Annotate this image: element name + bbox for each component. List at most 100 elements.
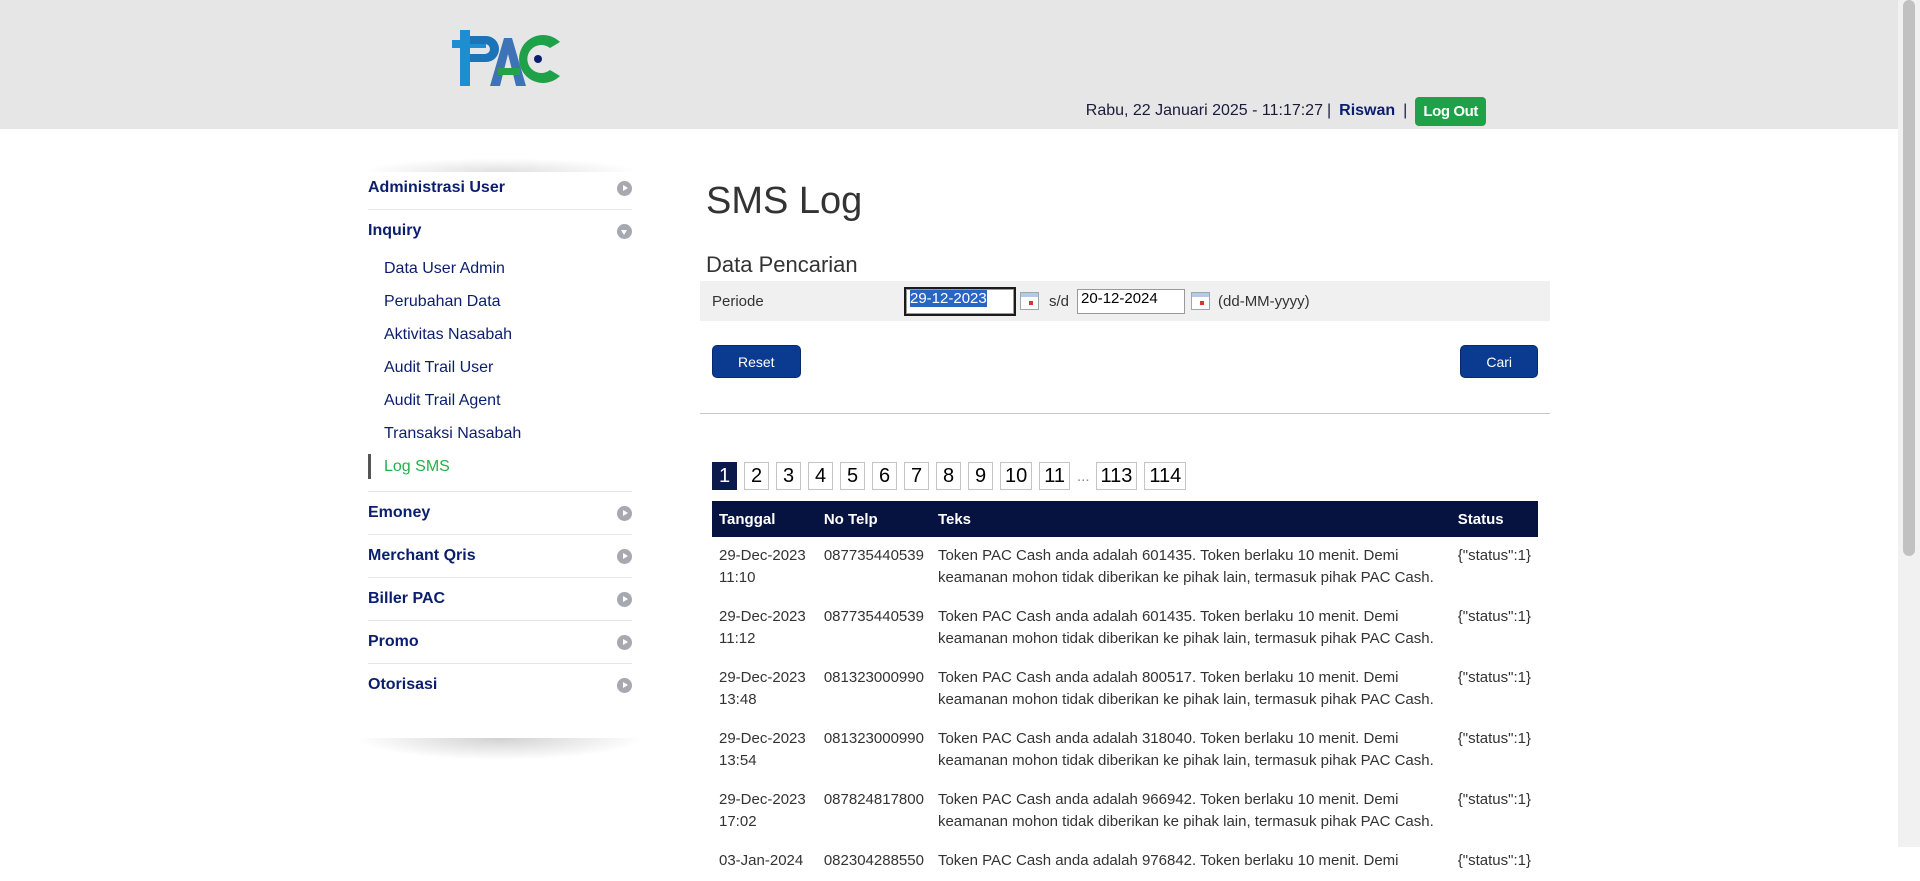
cell-status: {"status":1}: [1457, 669, 1531, 686]
logo-letter-p: [452, 30, 499, 86]
sidebar-item-transaksi-nasabah[interactable]: Transaksi Nasabah: [368, 417, 632, 450]
menu-head-emoney[interactable]: Emoney: [368, 492, 632, 534]
date-format-hint: (dd-MM-yyyy): [1218, 292, 1310, 310]
cell-date: 29-Dec-2023: [719, 608, 806, 625]
sms-log-table: Tanggal No Telp Teks Status 29-Dec-2023 1…: [712, 501, 1538, 881]
menu-head-administrasi-user[interactable]: Administrasi User: [368, 167, 632, 209]
page-link-2[interactable]: 2: [744, 462, 769, 490]
header-user-info: Rabu, 22 Januari 2025 - 11:17:27 | Riswa…: [1086, 96, 1486, 126]
username-link[interactable]: Riswan: [1339, 102, 1395, 120]
page-link-7[interactable]: 7: [904, 462, 929, 490]
page-link-5[interactable]: 5: [840, 462, 865, 490]
menu-head-biller-pac[interactable]: Biller PAC: [368, 578, 632, 620]
column-header-teks: Teks: [930, 501, 1451, 537]
table-header-row: Tanggal No Telp Teks Status: [712, 501, 1538, 537]
end-date-input[interactable]: 20-12-2024: [1077, 288, 1186, 314]
start-date-input[interactable]: 29-12-2023: [904, 286, 1016, 316]
chevron-right-icon: [617, 591, 632, 607]
scrollbar-thumb[interactable]: [1903, 0, 1915, 556]
column-header-status: Status: [1450, 501, 1538, 537]
sidebar-item-aktivitas-nasabah[interactable]: Aktivitas Nasabah: [368, 318, 632, 351]
menu-head-inquiry[interactable]: Inquiry: [368, 210, 632, 252]
search-button[interactable]: Cari: [1460, 345, 1538, 378]
menu-head-promo[interactable]: Promo: [368, 621, 632, 663]
reset-button[interactable]: Reset: [712, 345, 801, 378]
menu-head-otorisasi[interactable]: Otorisasi: [368, 664, 632, 706]
cell-teks: Token PAC Cash anda adalah 800517. Token…: [937, 669, 1434, 708]
cell-status: {"status":1}: [1457, 791, 1531, 808]
cell-tanggal: 03-Jan-2024: [712, 842, 817, 881]
menu-group-biller-pac: Biller PAC: [368, 578, 632, 621]
sidebar-item-audit-trail-user[interactable]: Audit Trail User: [368, 351, 632, 384]
calendar-icon[interactable]: [1191, 292, 1211, 310]
pac-logo[interactable]: [452, 30, 562, 86]
page-link-11[interactable]: 11: [1039, 462, 1071, 490]
cell-teks: Token PAC Cash anda adalah 966942. Token…: [937, 791, 1434, 830]
page-link-3[interactable]: 3: [776, 462, 801, 490]
chevron-right-icon: [617, 180, 632, 196]
table-row: 29-Dec-2023 13:54 081323000990 Token PAC …: [712, 720, 1538, 781]
sidebar-item-audit-trail-agent[interactable]: Audit Trail Agent: [368, 384, 632, 417]
menu-group-administrasi-user: Administrasi User: [368, 167, 632, 210]
menu-group-promo: Promo: [368, 621, 632, 664]
cell-time: 11:10: [719, 569, 756, 586]
menu-group-otorisasi: Otorisasi: [368, 664, 632, 706]
menu-label: Administrasi User: [368, 179, 505, 196]
cell-teks: Token PAC Cash anda adalah 976842. Token…: [937, 852, 1399, 869]
divider: [700, 413, 1550, 414]
page-link-113[interactable]: 113: [1095, 462, 1138, 490]
header-separator: |: [1326, 102, 1332, 119]
section-title: Data Pencarian: [706, 252, 858, 277]
cell-tanggal: 29-Dec-2023 11:10: [712, 537, 817, 598]
cell-status: {"status":1}: [1457, 608, 1531, 625]
table-row: 29-Dec-2023 11:10 087735440539 Token PAC …: [712, 537, 1538, 598]
cell-no-telp: 087735440539: [823, 608, 924, 625]
top-header: Rabu, 22 Januari 2025 - 11:17:27 | Riswa…: [0, 0, 1898, 129]
date-range-separator: s/d: [1049, 292, 1070, 310]
cell-tanggal: 29-Dec-2023 17:02: [712, 781, 817, 842]
pagination-ellipsis: ...: [1077, 467, 1090, 485]
menu-head-merchant-qris[interactable]: Merchant Qris: [368, 535, 632, 577]
page-link-114[interactable]: 114: [1144, 462, 1187, 490]
calendar-icon[interactable]: [1020, 292, 1039, 310]
cell-status: {"status":1}: [1457, 852, 1531, 869]
page-link-10[interactable]: 10: [1000, 462, 1033, 490]
cell-status: {"status":1}: [1457, 547, 1531, 564]
cell-date: 29-Dec-2023: [719, 547, 806, 564]
sidebar-item-log-sms[interactable]: Log SMS: [368, 454, 632, 479]
menu-label: Otorisasi: [368, 676, 438, 693]
cell-date: 29-Dec-2023: [719, 730, 806, 747]
menu-label: Promo: [368, 633, 419, 650]
chevron-right-icon: [617, 505, 632, 521]
logout-button[interactable]: Log Out: [1415, 96, 1486, 126]
cell-no-telp: 081323000990: [823, 669, 924, 686]
cell-no-telp: 081323000990: [823, 730, 924, 747]
page-scrollbar[interactable]: [1898, 0, 1920, 847]
table-row: 29-Dec-2023 17:02 087824817800 Token PAC …: [712, 781, 1538, 842]
cell-teks: Token PAC Cash anda adalah 318040. Token…: [937, 730, 1434, 769]
cell-time: 13:54: [719, 752, 757, 769]
table-row: 29-Dec-2023 11:12 087735440539 Token PAC …: [712, 598, 1538, 659]
chevron-right-icon: [617, 548, 632, 564]
cell-no-telp: 087824817800: [823, 791, 924, 808]
menu-label: Emoney: [368, 504, 431, 521]
page-link-6[interactable]: 6: [872, 462, 897, 490]
cell-no-telp: 082304288550: [823, 852, 924, 869]
page-link-9[interactable]: 9: [968, 462, 993, 490]
table-row: 29-Dec-2023 13:48 081323000990 Token PAC …: [712, 659, 1538, 720]
menu-label: Merchant Qris: [368, 547, 476, 564]
cell-time: 17:02: [719, 813, 757, 830]
cell-teks: Token PAC Cash anda adalah 601435. Token…: [937, 547, 1434, 586]
cell-date: 29-Dec-2023: [719, 791, 806, 808]
menu-group-inquiry: Inquiry Data User Admin Perubahan Data A…: [368, 210, 632, 492]
page-link-1[interactable]: 1: [712, 462, 737, 490]
current-datetime: Rabu, 22 Januari 2025 - 11:17:27: [1085, 102, 1323, 119]
start-date-value: 29-12-2023: [910, 289, 987, 307]
sidebar-item-perubahan-data[interactable]: Perubahan Data: [368, 285, 632, 318]
sidebar-item-data-user-admin[interactable]: Data User Admin: [368, 252, 632, 285]
page-link-8[interactable]: 8: [936, 462, 961, 490]
page-link-4[interactable]: 4: [808, 462, 833, 490]
header-separator: |: [1403, 102, 1408, 119]
cell-date: 03-Jan-2024: [719, 852, 804, 869]
chevron-right-icon: [617, 677, 632, 693]
